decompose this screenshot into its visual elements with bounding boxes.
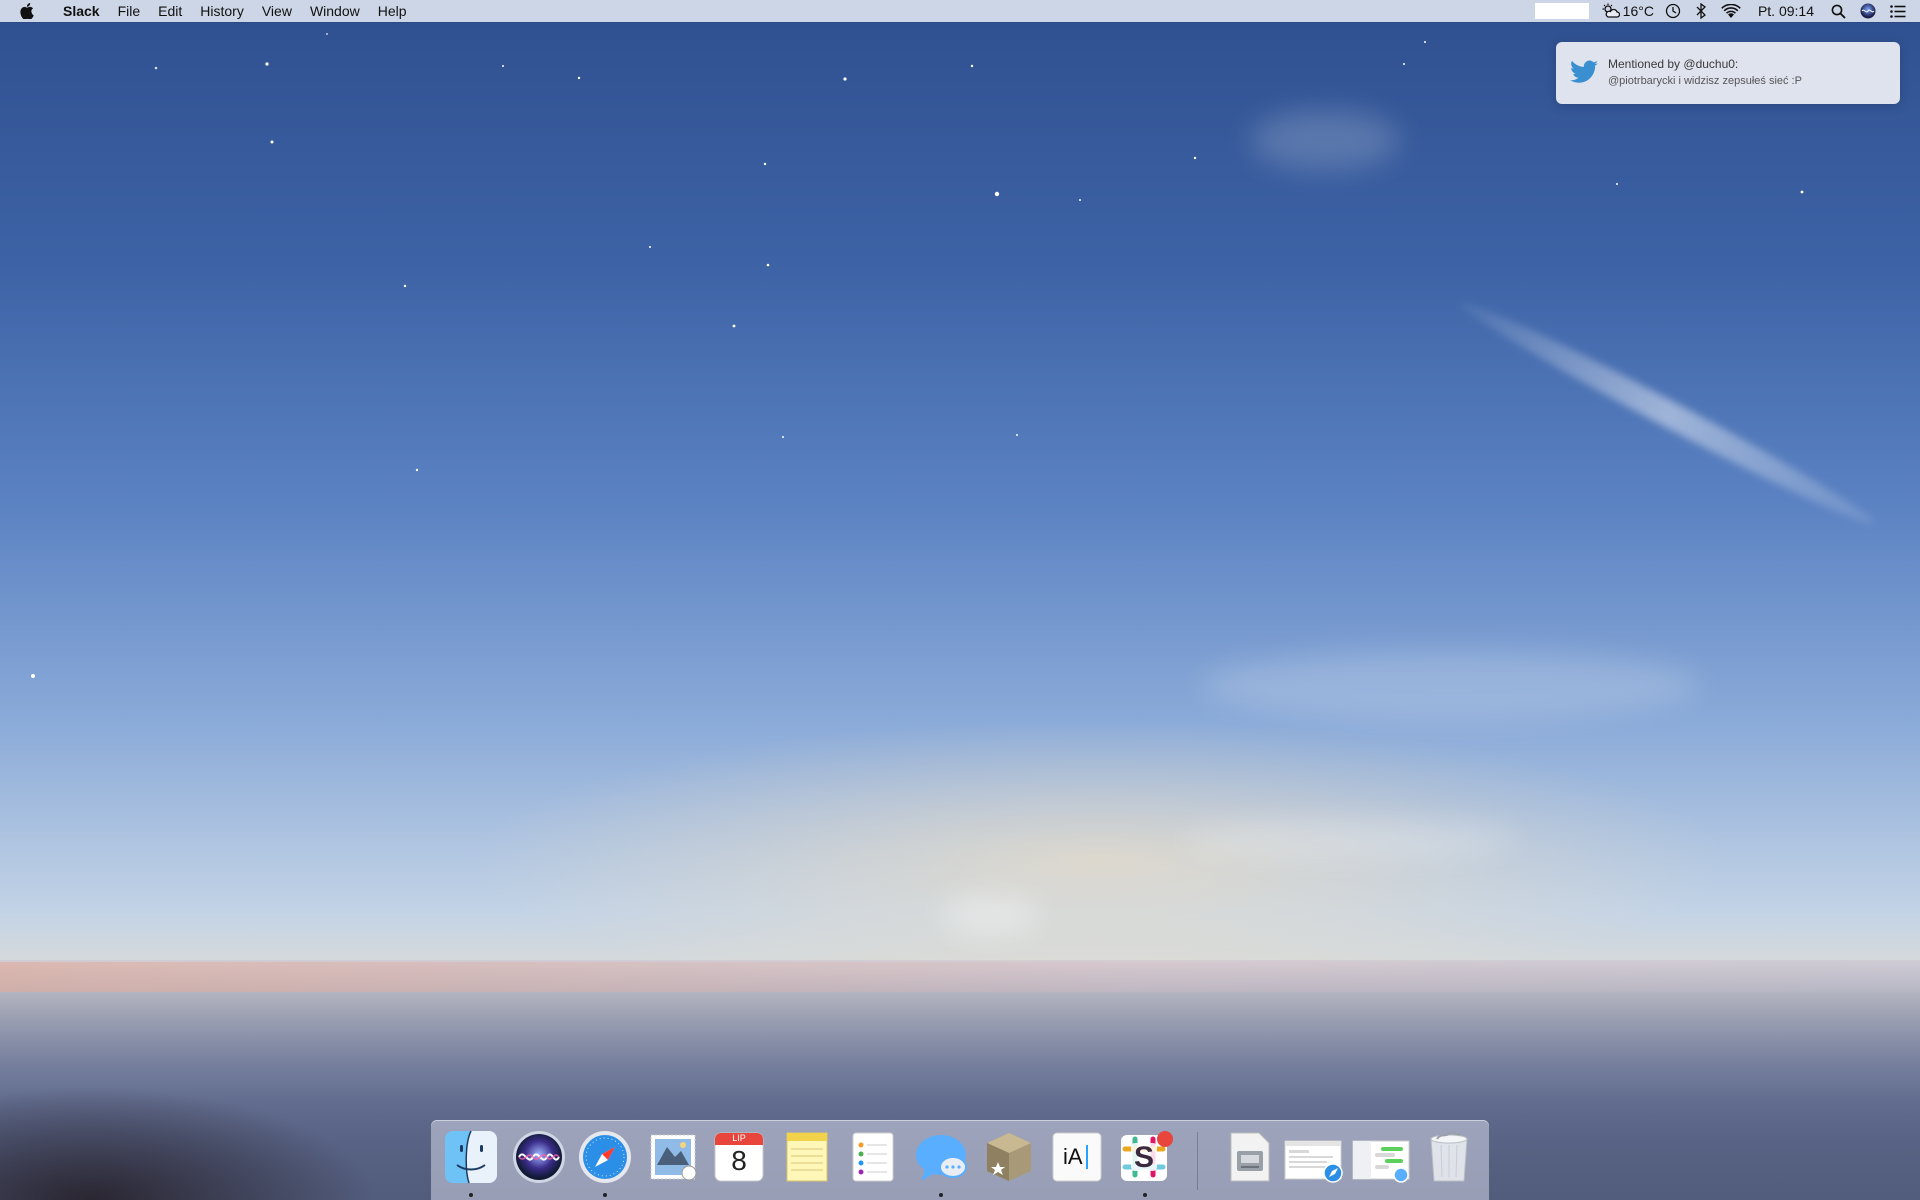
trash-icon[interactable] bbox=[1421, 1129, 1477, 1185]
calendar-icon[interactable]: LIP 8 bbox=[711, 1129, 767, 1185]
menu-window[interactable]: Window bbox=[301, 0, 369, 22]
safari-running-indicator bbox=[603, 1193, 607, 1197]
apple-menu-icon[interactable] bbox=[20, 3, 34, 19]
dock-separator bbox=[1197, 1132, 1198, 1190]
notes-icon[interactable] bbox=[779, 1129, 835, 1185]
temperature-label: 16°C bbox=[1622, 3, 1654, 19]
wallpaper-cloud bbox=[1250, 110, 1400, 170]
notification-banner[interactable]: Mentioned by @duchu0: @piotrbarycki i wi… bbox=[1556, 42, 1900, 104]
menu-bar: Slack File Edit History View Window Help… bbox=[0, 0, 1920, 22]
calendar-month-label: LIP bbox=[732, 1133, 746, 1143]
menu-history[interactable]: History bbox=[191, 0, 253, 22]
clock-label[interactable]: Pt. 09:14 bbox=[1748, 0, 1824, 22]
calendar-day-label: 8 bbox=[731, 1145, 747, 1176]
siri-icon[interactable] bbox=[511, 1129, 567, 1185]
mail-icon[interactable] bbox=[645, 1129, 701, 1185]
slack-running-indicator bbox=[1143, 1193, 1147, 1197]
archive-box-icon[interactable] bbox=[981, 1129, 1037, 1185]
bluetooth-icon[interactable] bbox=[1688, 0, 1714, 22]
notification-body: @piotrbarycki i widzisz zepsułeś sieć :P bbox=[1608, 75, 1802, 87]
messages-window-stack-icon[interactable] bbox=[1351, 1129, 1413, 1185]
time-machine-icon[interactable] bbox=[1658, 0, 1688, 22]
dock: LIP 8 iA S bbox=[431, 1120, 1489, 1200]
notification-title: Mentioned by @duchu0: bbox=[1608, 57, 1739, 71]
weather-status[interactable]: 16°C bbox=[1595, 0, 1658, 22]
status-blank-item[interactable] bbox=[1534, 3, 1589, 19]
safari-window-stack-icon[interactable] bbox=[1283, 1129, 1345, 1185]
wallpaper-horizon-glow bbox=[0, 962, 1920, 992]
wallpaper-cloud bbox=[1180, 820, 1520, 860]
spotlight-search-icon[interactable] bbox=[1824, 0, 1853, 22]
finder-running-indicator bbox=[469, 1193, 473, 1197]
menu-app-name[interactable]: Slack bbox=[54, 0, 109, 22]
messages-icon[interactable] bbox=[913, 1129, 969, 1185]
wallpaper-cloud bbox=[1200, 650, 1700, 720]
ia-writer-icon[interactable]: iA bbox=[1049, 1129, 1105, 1185]
menu-edit[interactable]: Edit bbox=[149, 0, 191, 22]
finder-icon[interactable] bbox=[443, 1129, 499, 1185]
notification-center-icon[interactable] bbox=[1883, 0, 1920, 22]
ia-writer-label: iA bbox=[1063, 1144, 1083, 1169]
twitter-bird-icon bbox=[1570, 60, 1598, 84]
wallpaper-cloud bbox=[940, 895, 1040, 935]
menu-file[interactable]: File bbox=[109, 0, 150, 22]
wallpaper-stars bbox=[31, 33, 1804, 678]
menu-view[interactable]: View bbox=[253, 0, 301, 22]
reminders-icon[interactable] bbox=[845, 1129, 901, 1185]
wifi-icon[interactable] bbox=[1714, 0, 1748, 22]
messages-running-indicator bbox=[939, 1193, 943, 1197]
disk-utility-icon[interactable] bbox=[1221, 1129, 1277, 1185]
partly-cloudy-icon bbox=[1602, 3, 1620, 19]
slack-letter-label: S bbox=[1134, 1141, 1155, 1174]
siri-menu-icon[interactable] bbox=[1853, 0, 1883, 22]
status-area: 16°C Pt. 09:14 bbox=[1534, 0, 1920, 22]
slack-icon[interactable]: S bbox=[1117, 1129, 1173, 1185]
safari-icon[interactable] bbox=[577, 1129, 633, 1185]
menu-help[interactable]: Help bbox=[369, 0, 416, 22]
